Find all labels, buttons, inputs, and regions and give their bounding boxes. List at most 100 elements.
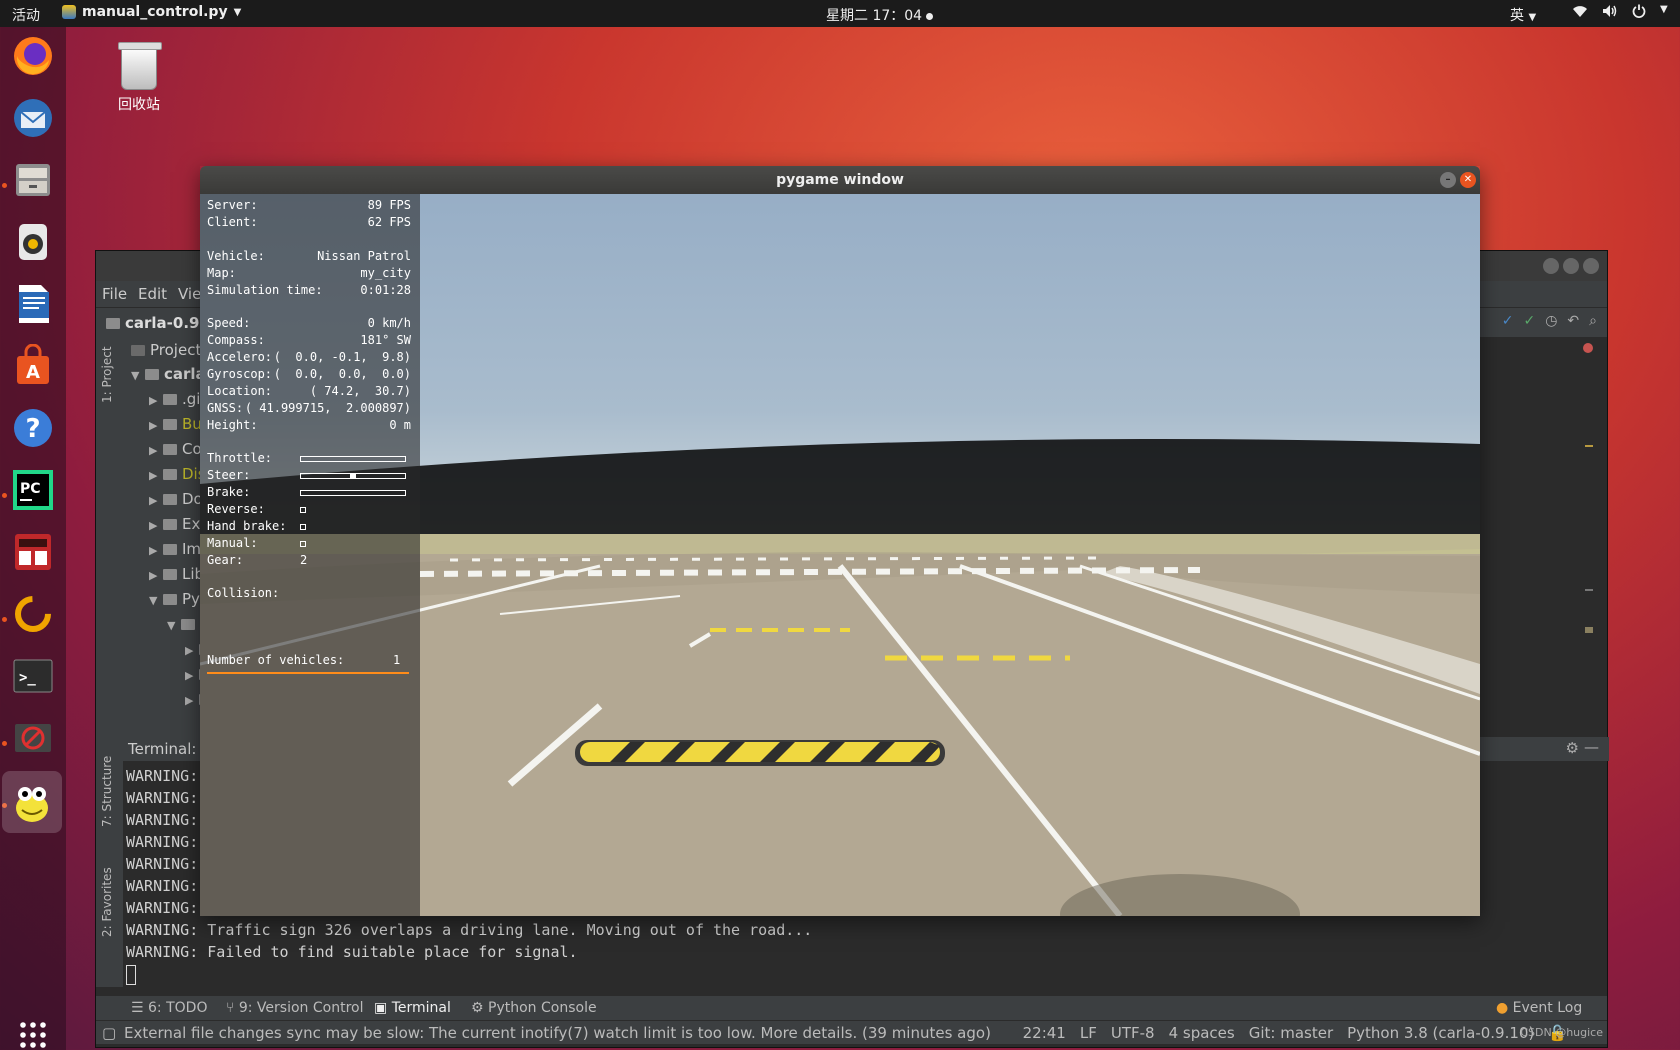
vcs-commit-icon[interactable]: ✓ bbox=[1523, 313, 1535, 329]
git-branch[interactable]: Git: master bbox=[1249, 1024, 1333, 1042]
show-applications-button[interactable] bbox=[8, 1015, 58, 1050]
hide-panel-icon[interactable]: — bbox=[1584, 738, 1599, 756]
status-message[interactable]: External file changes sync may be slow: … bbox=[124, 1024, 991, 1042]
expand-arrow-down-icon[interactable]: ▼ bbox=[167, 619, 181, 632]
activities-button[interactable]: 活动 bbox=[12, 5, 40, 25]
caret-position[interactable]: 22:41 bbox=[1023, 1024, 1066, 1042]
hud-speed: Speed: 0 km/h bbox=[207, 316, 411, 334]
tab-favorites[interactable]: 2: Favorites bbox=[100, 867, 114, 937]
folder-icon bbox=[163, 394, 177, 405]
firefox-launcher[interactable] bbox=[8, 31, 58, 81]
minimize-button[interactable]: – bbox=[1440, 172, 1456, 188]
expand-arrow-right-icon[interactable]: ▶ bbox=[149, 519, 163, 532]
calc-launcher[interactable] bbox=[8, 527, 58, 577]
terminal-cursor bbox=[126, 964, 136, 985]
collision-graph bbox=[207, 672, 409, 674]
terminal-line: WARNING: Failed to find suitable place f… bbox=[126, 943, 578, 961]
running-indicator bbox=[2, 741, 7, 746]
expand-arrow-down-icon[interactable]: ▼ bbox=[131, 369, 145, 382]
hud-brake: Brake: bbox=[207, 485, 411, 503]
system-tray[interactable]: ▼ bbox=[1572, 4, 1668, 22]
search-icon[interactable]: ⌕ bbox=[1589, 313, 1597, 329]
tab-terminal[interactable]: ▣ Terminal bbox=[374, 1000, 451, 1016]
minimize-button[interactable] bbox=[1543, 258, 1559, 274]
pycharm-launcher[interactable]: PC bbox=[8, 465, 58, 515]
history-icon[interactable]: ◷ bbox=[1545, 313, 1557, 329]
tab-version-control[interactable]: ⑂ 9: Version Control bbox=[226, 1000, 363, 1016]
hud-manual: Manual: bbox=[207, 536, 411, 554]
python-app-icon bbox=[62, 5, 76, 19]
tree-item[interactable]: ▼ Pyt bbox=[149, 590, 206, 612]
pygame-title: pygame window bbox=[776, 172, 904, 188]
app-menu[interactable]: manual_control.py ▼ bbox=[62, 4, 241, 20]
python-interpreter[interactable]: Python 3.8 (carla-0.9.10) bbox=[1347, 1024, 1534, 1042]
pygame-titlebar[interactable]: pygame window – ✕ bbox=[200, 166, 1480, 194]
sync-launcher[interactable] bbox=[8, 589, 58, 639]
tree-item[interactable]: ▶ Co bbox=[149, 440, 202, 462]
trash-desktop-icon[interactable]: 回收站 bbox=[104, 42, 174, 114]
python-app-launcher[interactable] bbox=[2, 771, 62, 833]
tree-item[interactable]: ▶ Do bbox=[149, 490, 203, 512]
software-launcher[interactable]: A bbox=[8, 341, 58, 391]
expand-arrow-right-icon[interactable]: ▶ bbox=[149, 394, 163, 407]
expand-arrow-down-icon[interactable]: ▼ bbox=[149, 594, 163, 607]
revert-icon[interactable]: ↶ bbox=[1567, 313, 1579, 329]
writer-launcher[interactable] bbox=[8, 279, 58, 329]
manual-checkbox bbox=[300, 541, 306, 547]
gear-icon[interactable]: ⚙ bbox=[1566, 739, 1579, 757]
files-launcher[interactable] bbox=[8, 155, 58, 205]
tree-item[interactable]: ▶ Lib bbox=[149, 565, 204, 587]
menu-view[interactable]: Vie bbox=[178, 285, 201, 303]
menu-edit[interactable]: Edit bbox=[138, 285, 167, 303]
snake-icon bbox=[16, 787, 48, 822]
folder-icon bbox=[163, 444, 177, 455]
expand-arrow-right-icon[interactable]: ▶ bbox=[149, 444, 163, 457]
event-log-button[interactable]: ● Event Log bbox=[1496, 1000, 1582, 1016]
expand-arrow-right-icon[interactable]: ▶ bbox=[149, 494, 163, 507]
tab-project[interactable]: 1: Project bbox=[100, 346, 114, 403]
tab-todo[interactable]: ☰ 6: TODO bbox=[131, 1000, 207, 1016]
expand-arrow-right-icon[interactable]: ▶ bbox=[185, 694, 199, 707]
expand-arrow-right-icon[interactable]: ▶ bbox=[149, 569, 163, 582]
chevron-down-icon: ▼ bbox=[1528, 12, 1537, 23]
input-method-menu[interactable]: 英 ▼ bbox=[1510, 5, 1536, 25]
editor-area[interactable] bbox=[1481, 337, 1601, 727]
line-separator[interactable]: LF bbox=[1080, 1024, 1097, 1042]
close-button[interactable] bbox=[1583, 258, 1599, 274]
tree-item[interactable]: ▶ Bu bbox=[149, 415, 202, 437]
expand-arrow-right-icon[interactable]: ▶ bbox=[149, 419, 163, 432]
bottom-tool-tabs: ☰ 6: TODO ⑂ 9: Version Control ▣ Termina… bbox=[96, 996, 1607, 1020]
project-header[interactable]: Project bbox=[131, 341, 201, 363]
hud-gnss-label: GNSS: bbox=[207, 401, 244, 415]
expand-arrow-right-icon[interactable]: ▶ bbox=[185, 669, 199, 682]
error-stripe-icon bbox=[1583, 343, 1593, 353]
close-button[interactable]: ✕ bbox=[1460, 172, 1476, 188]
blocked-app-launcher[interactable] bbox=[8, 713, 58, 763]
calculator-icon bbox=[15, 534, 51, 570]
folder-icon bbox=[163, 519, 177, 530]
tree-item[interactable]: ▼ carla bbox=[131, 365, 206, 387]
tree-item[interactable]: ▶ .git bbox=[149, 390, 206, 412]
tree-item[interactable]: ▶ Im bbox=[149, 540, 201, 562]
rhythmbox-launcher[interactable] bbox=[8, 217, 58, 267]
expand-arrow-right-icon[interactable]: ▶ bbox=[149, 544, 163, 557]
tab-structure[interactable]: 7: Structure bbox=[100, 756, 114, 827]
vcs-update-icon[interactable]: ✓ bbox=[1502, 313, 1514, 329]
menu-file[interactable]: File bbox=[102, 285, 127, 303]
tab-python-console[interactable]: ⚙ Python Console bbox=[471, 1000, 597, 1016]
folder-icon bbox=[163, 544, 177, 555]
clock[interactable]: 星期二 17：04 bbox=[826, 5, 934, 25]
terminal-launcher[interactable]: >_ bbox=[8, 651, 58, 701]
tree-item[interactable]: ▶ Dis bbox=[149, 465, 206, 487]
help-launcher[interactable]: ? bbox=[8, 403, 58, 453]
expand-arrow-right-icon[interactable]: ▶ bbox=[149, 469, 163, 482]
file-encoding[interactable]: UTF-8 bbox=[1111, 1024, 1155, 1042]
status-toggle-icon[interactable]: ▢ bbox=[102, 1024, 116, 1042]
thunderbird-launcher[interactable] bbox=[8, 93, 58, 143]
app-grid-icon bbox=[20, 1022, 46, 1048]
expand-arrow-right-icon[interactable]: ▶ bbox=[185, 644, 199, 657]
hud-compass-label: Compass: bbox=[207, 333, 265, 347]
maximize-button[interactable] bbox=[1563, 258, 1579, 274]
trash-label: 回收站 bbox=[118, 97, 160, 113]
indent-setting[interactable]: 4 spaces bbox=[1169, 1024, 1235, 1042]
